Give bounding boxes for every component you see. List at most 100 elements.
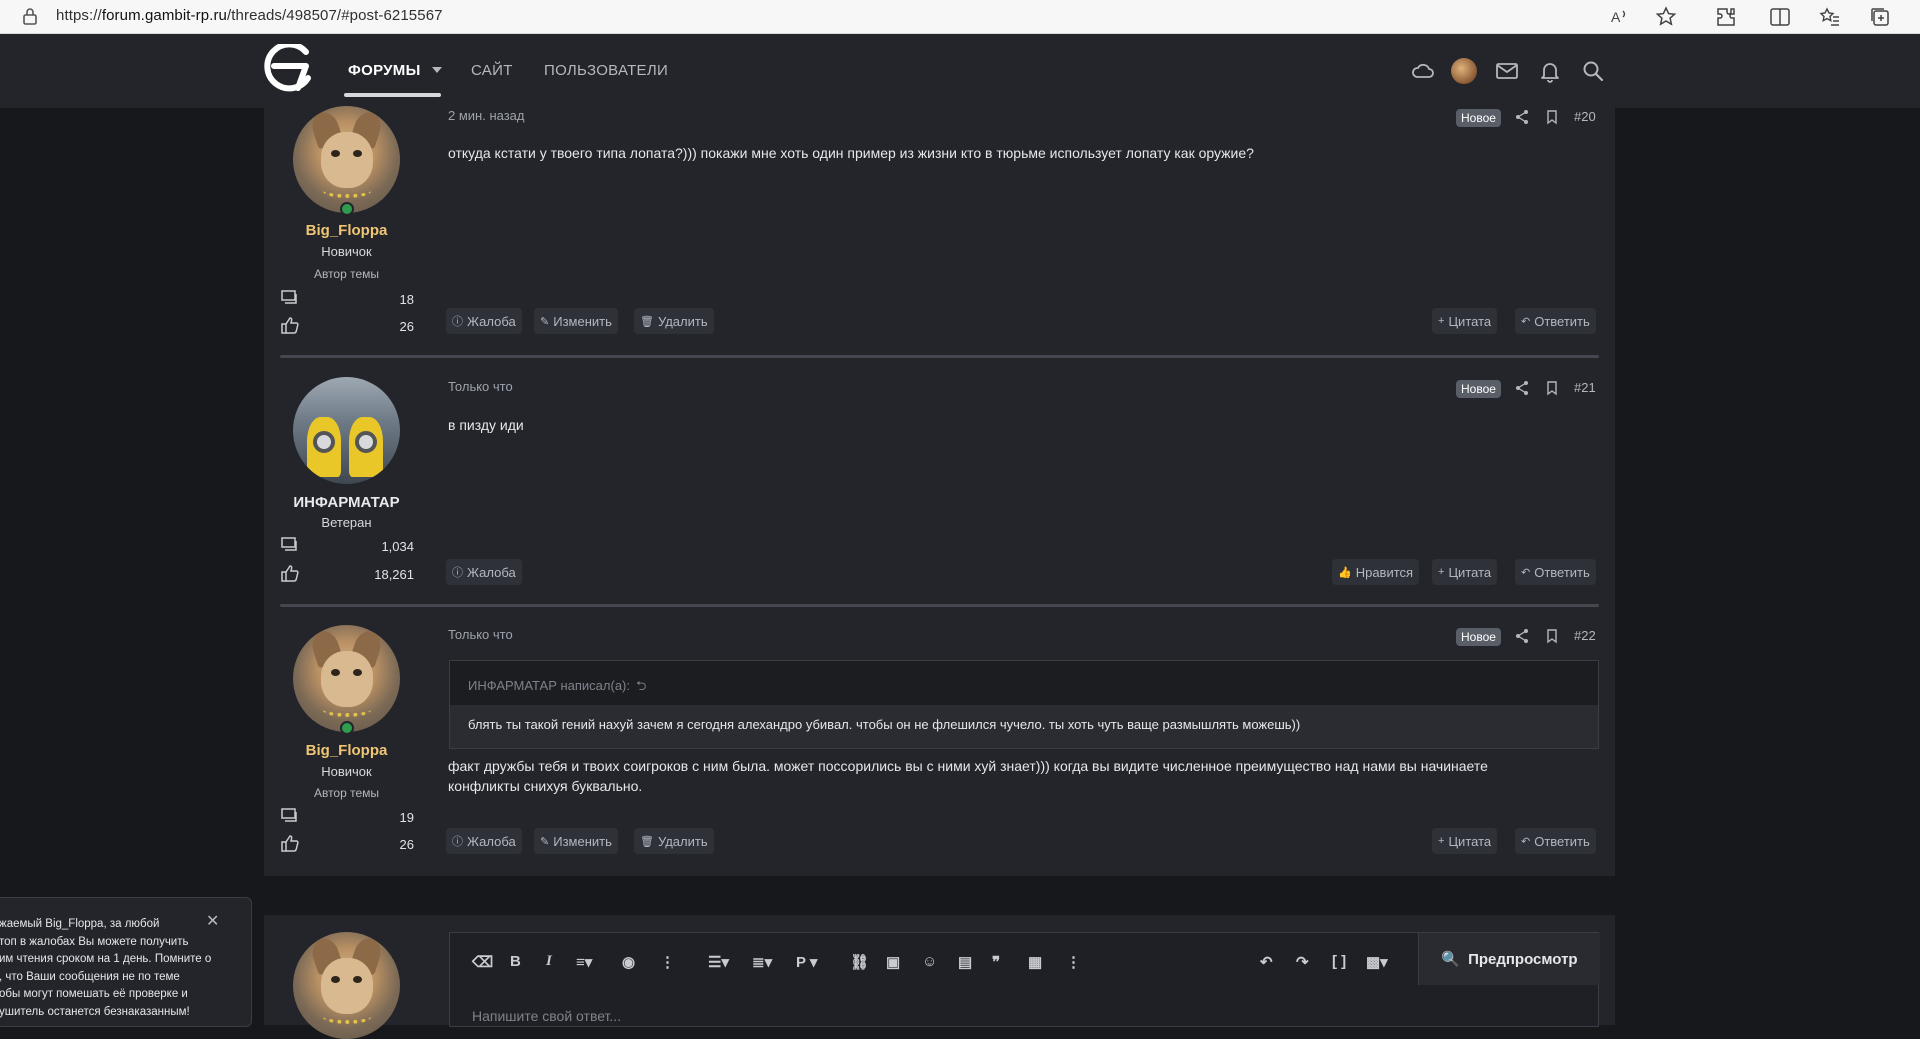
user-title: Ветеран (321, 515, 372, 530)
save-draft-icon[interactable]: ▩▾ (1366, 953, 1388, 971)
share-icon[interactable] (1514, 380, 1530, 396)
post-divider (280, 355, 1599, 358)
pencil-icon: ✎ (540, 315, 550, 328)
plus-icon: + (1438, 315, 1445, 327)
bbcode-icon[interactable]: [ ] (1332, 953, 1346, 970)
avatar[interactable] (293, 377, 400, 484)
post-divider (280, 604, 1599, 607)
report-button[interactable]: ⓘ Жалоба (446, 828, 522, 854)
post-time[interactable]: Только что (448, 627, 513, 642)
new-badge: Новое (1456, 380, 1501, 398)
mail-icon[interactable] (1494, 58, 1520, 84)
report-button[interactable]: ⓘ Жалоба (446, 559, 522, 585)
split-screen-icon[interactable] (1768, 5, 1792, 29)
new-badge: Новое (1456, 109, 1501, 127)
post-body-line: факт дружбы тебя и твоих соигроков с ним… (448, 758, 1488, 774)
italic-icon[interactable]: I (546, 953, 552, 970)
quote-header[interactable]: ИНФАРМАТАР написал(а): ⮌ (468, 677, 646, 699)
message-count: 18 (399, 292, 414, 307)
forum-navbar: ФОРУМЫ САЙТ ПОЛЬЗОВАТЕЛИ (0, 34, 1920, 108)
cloud-icon[interactable] (1410, 58, 1436, 84)
new-badge: Новое (1456, 628, 1501, 646)
return-arrow-icon[interactable]: ⮌ (636, 678, 646, 693)
trash-icon: 🗑 (640, 315, 654, 328)
message-count: 1,034 (381, 539, 414, 554)
text-size-icon[interactable]: ≡▾ (576, 953, 592, 971)
user-banner: Автор темы (313, 786, 380, 800)
edit-button[interactable]: ✎ Изменить (534, 828, 618, 854)
tab-site[interactable]: САЙТ (471, 62, 513, 79)
url-text[interactable]: https://forum.gambit-rp.ru/threads/49850… (56, 7, 443, 24)
search-icon[interactable] (1580, 58, 1606, 84)
share-icon[interactable] (1514, 628, 1530, 644)
extensions-icon[interactable] (1714, 5, 1738, 29)
post-body: факт дружбы тебя и твоих соигроков с ним… (448, 756, 1578, 796)
notice-text: жаемый Big_Floppa, за любой топ в жалоба… (0, 918, 212, 1018)
reply-icon: ↶ (1521, 835, 1531, 848)
browser-address-bar[interactable]: https://forum.gambit-rp.ru/threads/49850… (0, 0, 1920, 34)
collections-icon[interactable] (1868, 5, 1892, 29)
share-icon[interactable] (1514, 109, 1530, 125)
post-time[interactable]: 2 мин. назад (448, 108, 524, 123)
preview-button[interactable]: 🔍 Предпросмотр (1418, 933, 1600, 985)
reply-button[interactable]: ↶ Ответить (1515, 828, 1596, 854)
close-icon[interactable]: ✕ (206, 911, 219, 931)
reply-button[interactable]: ↶ Ответить (1515, 308, 1596, 334)
post-number[interactable]: #21 (1574, 380, 1596, 395)
trash-icon: 🗑 (640, 835, 654, 848)
redo-icon[interactable]: ↷ (1296, 953, 1309, 971)
post-20: Big_Floppa Новичок Автор темы 18 26 2 ми… (264, 106, 1615, 360)
link-icon[interactable]: ⛓ (850, 953, 869, 971)
quote-button[interactable]: + Цитата (1432, 559, 1498, 585)
chevron-down-icon[interactable] (432, 67, 442, 73)
username[interactable]: Big_Floppa (264, 222, 429, 239)
table-icon[interactable]: ▦ (1028, 953, 1042, 971)
media-icon[interactable]: ▤ (958, 953, 972, 971)
reply-editor[interactable]: ⌫ B I ≡▾ ◉ ⋮ ☰▾ ≣▾ P ▾ ⛓ ▣ ☺ ▤ ❞ ▦ ⋮ ↶ ↷… (449, 932, 1600, 1027)
bold-icon[interactable]: B (510, 953, 521, 970)
align-icon[interactable]: ≣▾ (752, 953, 772, 971)
post-time[interactable]: Только что (448, 379, 513, 394)
quote-button[interactable]: + Цитата (1432, 308, 1498, 334)
username[interactable]: Big_Floppa (264, 742, 429, 759)
reply-icon: ↶ (1521, 566, 1531, 579)
smiley-icon[interactable]: ☺ (922, 953, 937, 970)
eraser-icon[interactable]: ⌫ (472, 953, 493, 971)
reply-button[interactable]: ↶ Ответить (1515, 559, 1596, 585)
image-icon[interactable]: ▣ (886, 953, 900, 971)
bookmark-icon[interactable] (1544, 628, 1560, 644)
more-options-icon[interactable]: ⋮ (660, 953, 675, 971)
favorites-icon[interactable] (1818, 5, 1842, 29)
avatar[interactable] (293, 625, 400, 732)
reaction-score: 18,261 (374, 567, 414, 582)
site-logo[interactable] (262, 44, 316, 96)
bell-icon[interactable] (1537, 58, 1563, 84)
read-aloud-icon[interactable]: A (1608, 5, 1632, 29)
more-options-icon[interactable]: ⋮ (1066, 953, 1081, 971)
lock-icon[interactable] (20, 6, 40, 26)
delete-button[interactable]: 🗑 Удалить (634, 828, 714, 854)
avatar[interactable] (293, 106, 400, 213)
bookmark-icon[interactable] (1544, 109, 1560, 125)
favorite-star-icon[interactable] (1654, 5, 1678, 29)
post-number[interactable]: #20 (1574, 109, 1596, 124)
user-avatar[interactable] (1451, 58, 1477, 84)
tab-users[interactable]: ПОЛЬЗОВАТЕЛИ (544, 62, 668, 79)
paragraph-icon[interactable]: P ▾ (796, 953, 817, 971)
tab-forums[interactable]: ФОРУМЫ (348, 62, 421, 79)
quote-button[interactable]: + Цитата (1432, 828, 1498, 854)
list-icon[interactable]: ☰▾ (708, 953, 729, 971)
quote-icon[interactable]: ❞ (992, 953, 1000, 971)
post-number[interactable]: #22 (1574, 628, 1596, 643)
undo-icon[interactable]: ↶ (1260, 953, 1273, 971)
online-status-icon (340, 721, 354, 735)
reply-input-placeholder[interactable]: Напишите свой ответ... (472, 1008, 621, 1024)
palette-icon[interactable]: ◉ (622, 953, 635, 971)
bookmark-icon[interactable] (1544, 380, 1560, 396)
like-button[interactable]: 👍 Нравится (1332, 559, 1420, 585)
delete-button[interactable]: 🗑 Удалить (634, 308, 714, 334)
plus-icon: + (1438, 566, 1445, 578)
edit-button[interactable]: ✎ Изменить (534, 308, 618, 334)
report-button[interactable]: ⓘ Жалоба (446, 308, 522, 334)
username[interactable]: ИНФАРМАТАР (264, 494, 429, 511)
